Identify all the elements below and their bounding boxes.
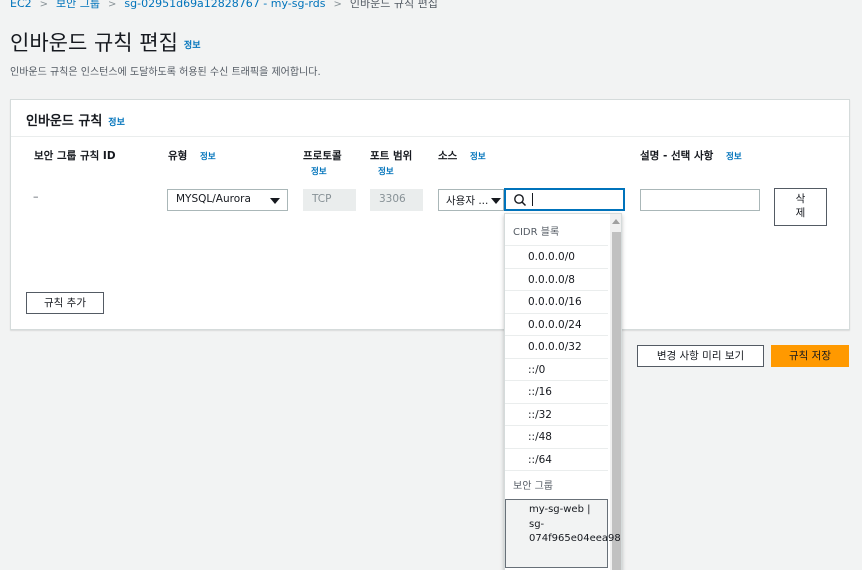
dropdown-item[interactable]: 0.0.0.0/8: [505, 267, 608, 291]
scroll-up-icon[interactable]: [612, 219, 620, 224]
col-source: 소스: [438, 150, 458, 162]
col-type-info[interactable]: 정보: [200, 150, 216, 162]
breadcrumb-current: 인바운드 규칙 편집: [349, 0, 438, 10]
panel-info-link[interactable]: 정보: [108, 118, 125, 128]
dropdown-item[interactable]: 0.0.0.0/24: [505, 312, 608, 336]
rule-id-value: –: [33, 190, 39, 203]
col-rule-id: 보안 그룹 규칙 ID: [34, 150, 116, 162]
delete-rule-label: 삭제: [795, 193, 806, 219]
add-rule-button[interactable]: 규칙 추가: [26, 292, 104, 314]
col-description: 설명 - 선택 사항: [640, 150, 714, 162]
scrollbar-thumb[interactable]: [612, 232, 621, 570]
search-icon: [514, 194, 527, 207]
save-rules-button[interactable]: 규칙 저장: [771, 345, 849, 367]
source-type-select[interactable]: 사용자 ...: [438, 189, 504, 211]
panel-title: 인바운드 규칙 정보: [26, 110, 125, 129]
text-cursor: [532, 193, 533, 206]
chevron-right-icon: >: [39, 0, 49, 10]
col-source-info[interactable]: 정보: [470, 150, 486, 162]
description-input[interactable]: [640, 189, 760, 211]
dropdown-group-cidr: CIDR 블록: [513, 227, 560, 238]
chevron-right-icon: >: [108, 0, 117, 10]
dropdown-item[interactable]: ::/48: [505, 425, 608, 448]
breadcrumb-sg[interactable]: sg-02951d69a12828767 - my-sg-rds: [124, 0, 325, 10]
dropdown-item-security-group[interactable]: my-sg-web | sg-074f965e04eea9839: [505, 499, 621, 568]
dropdown-group-sg: 보안 그룹: [505, 470, 608, 492]
col-port: 포트 범위: [370, 150, 413, 162]
preview-changes-button[interactable]: 변경 사항 미리 보기: [637, 345, 764, 367]
source-dropdown: CIDR 블록 0.0.0.0/0 0.0.0.0/8 0.0.0.0/16 0…: [504, 213, 622, 570]
title-info-link[interactable]: 정보: [184, 41, 201, 51]
col-type: 유형: [168, 150, 188, 162]
source-type-value: 사용자 ...: [446, 195, 489, 207]
breadcrumb-ec2[interactable]: EC2: [10, 0, 32, 10]
inbound-rules-panel: 인바운드 규칙 정보 보안 그룹 규칙 ID 유형 정보 프로토콜 정보 포트 범…: [10, 99, 850, 330]
delete-rule-button[interactable]: 삭제: [774, 188, 827, 226]
dropdown-item[interactable]: ::/32: [505, 402, 608, 426]
panel-divider: [11, 136, 849, 137]
dropdown-item[interactable]: ::/16: [505, 380, 608, 403]
col-port-info[interactable]: 정보: [378, 165, 394, 177]
breadcrumb-security-groups[interactable]: 보안 그룹: [56, 0, 100, 10]
panel-title-text: 인바운드 규칙: [26, 114, 103, 129]
type-select-value: MYSQL/Aurora: [176, 193, 251, 205]
dropdown-item[interactable]: 0.0.0.0/16: [505, 290, 608, 313]
col-protocol-info[interactable]: 정보: [311, 165, 327, 177]
protocol-field: TCP: [303, 189, 356, 211]
col-description-info[interactable]: 정보: [726, 150, 742, 162]
type-select[interactable]: MYSQL/Aurora: [167, 189, 288, 211]
dropdown-item[interactable]: 0.0.0.0/0: [505, 245, 608, 268]
dropdown-item[interactable]: ::/0: [505, 357, 608, 381]
caret-down-icon: [270, 198, 280, 204]
port-field: 3306: [370, 189, 423, 211]
page-title: 인바운드 규칙 편집 정보: [10, 27, 200, 57]
source-search-input[interactable]: [504, 188, 625, 211]
dropdown-item[interactable]: 0.0.0.0/32: [505, 335, 608, 358]
dropdown-item[interactable]: ::/64: [505, 447, 608, 471]
chevron-right-icon: >: [333, 0, 342, 10]
page-title-text: 인바운드 규칙 편집: [10, 31, 178, 55]
col-protocol: 프로토콜: [303, 150, 342, 162]
caret-down-icon: [491, 198, 501, 204]
breadcrumb: EC2 > 보안 그룹 > sg-02951d69a12828767 - my-sg-r…: [10, 0, 438, 11]
page-description: 인바운드 규칙은 인스턴스에 도달하도록 허용된 수신 트래픽을 제어합니다.: [10, 67, 321, 78]
